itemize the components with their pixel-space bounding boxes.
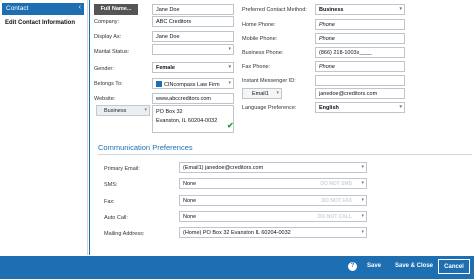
gender-label: Gender: (94, 66, 114, 72)
company-field[interactable]: ABC Creditors (152, 16, 234, 27)
mailing-address-label: Mailing Address: (104, 231, 145, 237)
website-field[interactable]: www.abccreditors.com (152, 93, 234, 104)
fax-label: Fax: (104, 199, 115, 205)
fax-phone-label: Fax Phone: (242, 64, 271, 70)
mobile-phone-field[interactable]: Phone (315, 33, 405, 44)
sms-select[interactable]: None DO NOT SMS ▾ (179, 178, 367, 189)
company-label: Company: (94, 19, 120, 25)
chevron-down-icon: ▾ (228, 64, 231, 70)
gender-value: Female (156, 65, 175, 71)
fax-phone-field[interactable]: Phone (315, 61, 405, 72)
sidebar-header[interactable]: Contact ‹ (2, 3, 84, 15)
primary-email-label: Primary Email: (104, 166, 140, 172)
email-field[interactable]: janedoe@creditors.com (315, 88, 405, 99)
primary-email-select[interactable]: (Email1) janedoe@creditors.com ▾ (179, 162, 367, 173)
save-button[interactable]: Save (361, 259, 387, 274)
chevron-down-icon: ▾ (361, 164, 364, 170)
belongs-to-label: Belongs To: (94, 81, 123, 87)
address-type-select[interactable]: Business ▾ (96, 105, 150, 116)
address-field[interactable]: PO Box 32 Evanston, IL 60204-0032 (152, 105, 234, 133)
fax-value: None (183, 198, 197, 204)
display-as-label: Display As: (94, 34, 122, 40)
language-value: English (319, 105, 339, 111)
sms-ghost-text: DO NOT SMS (320, 181, 352, 187)
chevron-down-icon: ▾ (361, 180, 364, 186)
chevron-down-icon: ▾ (228, 46, 231, 52)
full-name-field[interactable]: Jane Doe (152, 4, 234, 15)
belongs-to-value: CINcompass Law Firm (164, 82, 220, 88)
email-type-select[interactable]: Email1 ▾ (242, 88, 282, 99)
language-label: Language Preference: (242, 105, 297, 111)
instant-messenger-label: Instant Messenger ID: (242, 78, 296, 84)
primary-email-value: (Email1) janedoe@creditors.com (183, 165, 264, 171)
website-label: Website: (94, 96, 116, 102)
email-type-value: Email1 (252, 91, 269, 97)
chevron-down-icon: ▾ (228, 80, 231, 86)
chevron-down-icon: ▾ (399, 6, 402, 12)
sms-label: SMS: (104, 182, 118, 188)
marital-status-label: Marital Status: (94, 49, 130, 55)
communication-preferences-title: Communication Preferences (98, 143, 193, 152)
chevron-down-icon: ▾ (361, 229, 364, 235)
chevron-down-icon: ▾ (144, 107, 147, 113)
marital-status-select[interactable]: ▾ (152, 44, 234, 55)
business-phone-label: Business Phone: (242, 50, 284, 56)
bottom-action-bar: ? Save Save & Close Cancel (0, 256, 474, 279)
chevron-down-icon: ▾ (276, 90, 279, 96)
chevron-down-icon: ▾ (361, 197, 364, 203)
business-phone-field[interactable]: (866) 218-1003x____ (315, 47, 405, 58)
belongs-to-select[interactable]: CINcompass Law Firm ▾ (152, 78, 234, 89)
auto-call-label: Auto Call: (104, 215, 128, 221)
address-line-2: Evanston, IL 60204-0032 (156, 118, 218, 124)
cancel-button[interactable]: Cancel (438, 259, 470, 274)
full-name-button[interactable]: Full Name... (94, 4, 138, 15)
auto-call-select[interactable]: None DO NOT CALL ▾ (179, 211, 367, 222)
sidebar: Contact ‹ Edit Contact Information (0, 0, 88, 255)
mailing-address-select[interactable]: (Home) PO Box 32 Evanston IL 60204-0032 … (179, 227, 367, 238)
chevron-down-icon: ▾ (361, 213, 364, 219)
sms-value: None (183, 181, 197, 187)
language-select[interactable]: English ▾ (315, 102, 405, 113)
save-and-close-button[interactable]: Save & Close (392, 259, 436, 274)
address-line-1: PO Box 32 (156, 109, 183, 115)
sidebar-item-edit-contact[interactable]: Edit Contact Information (5, 20, 75, 26)
home-phone-field[interactable]: Phone (315, 19, 405, 30)
main-panel: Full Name... Jane Doe Company: ABC Credi… (89, 0, 474, 255)
auto-call-value: None (183, 214, 197, 220)
preferred-contact-value: Business (319, 7, 344, 13)
auto-call-ghost-text: DO NOT CALL (317, 214, 352, 220)
section-divider (98, 154, 472, 155)
preferred-contact-select[interactable]: Business ▾ (315, 4, 405, 15)
sidebar-header-label: Contact (6, 5, 29, 12)
fax-select[interactable]: None DO NOT FAX ▾ (179, 195, 367, 206)
chevron-down-icon: ▾ (399, 104, 402, 110)
fax-ghost-text: DO NOT FAX (321, 198, 352, 204)
display-as-field[interactable]: Jane Doe (152, 31, 234, 42)
preferred-contact-label: Preferred Contact Method: (242, 7, 307, 13)
verified-check-icon: ✔ (227, 121, 234, 130)
address-type-value: Business (104, 108, 127, 114)
mobile-phone-label: Mobile Phone: (242, 36, 278, 42)
gender-select[interactable]: Female ▾ (152, 62, 234, 73)
mailing-address-value: (Home) PO Box 32 Evanston IL 60204-0032 (183, 230, 291, 236)
instant-messenger-field[interactable] (315, 75, 405, 86)
help-icon[interactable]: ? (348, 262, 357, 271)
chevron-left-icon[interactable]: ‹ (79, 4, 81, 11)
home-phone-label: Home Phone: (242, 22, 276, 28)
firm-icon (156, 81, 162, 87)
